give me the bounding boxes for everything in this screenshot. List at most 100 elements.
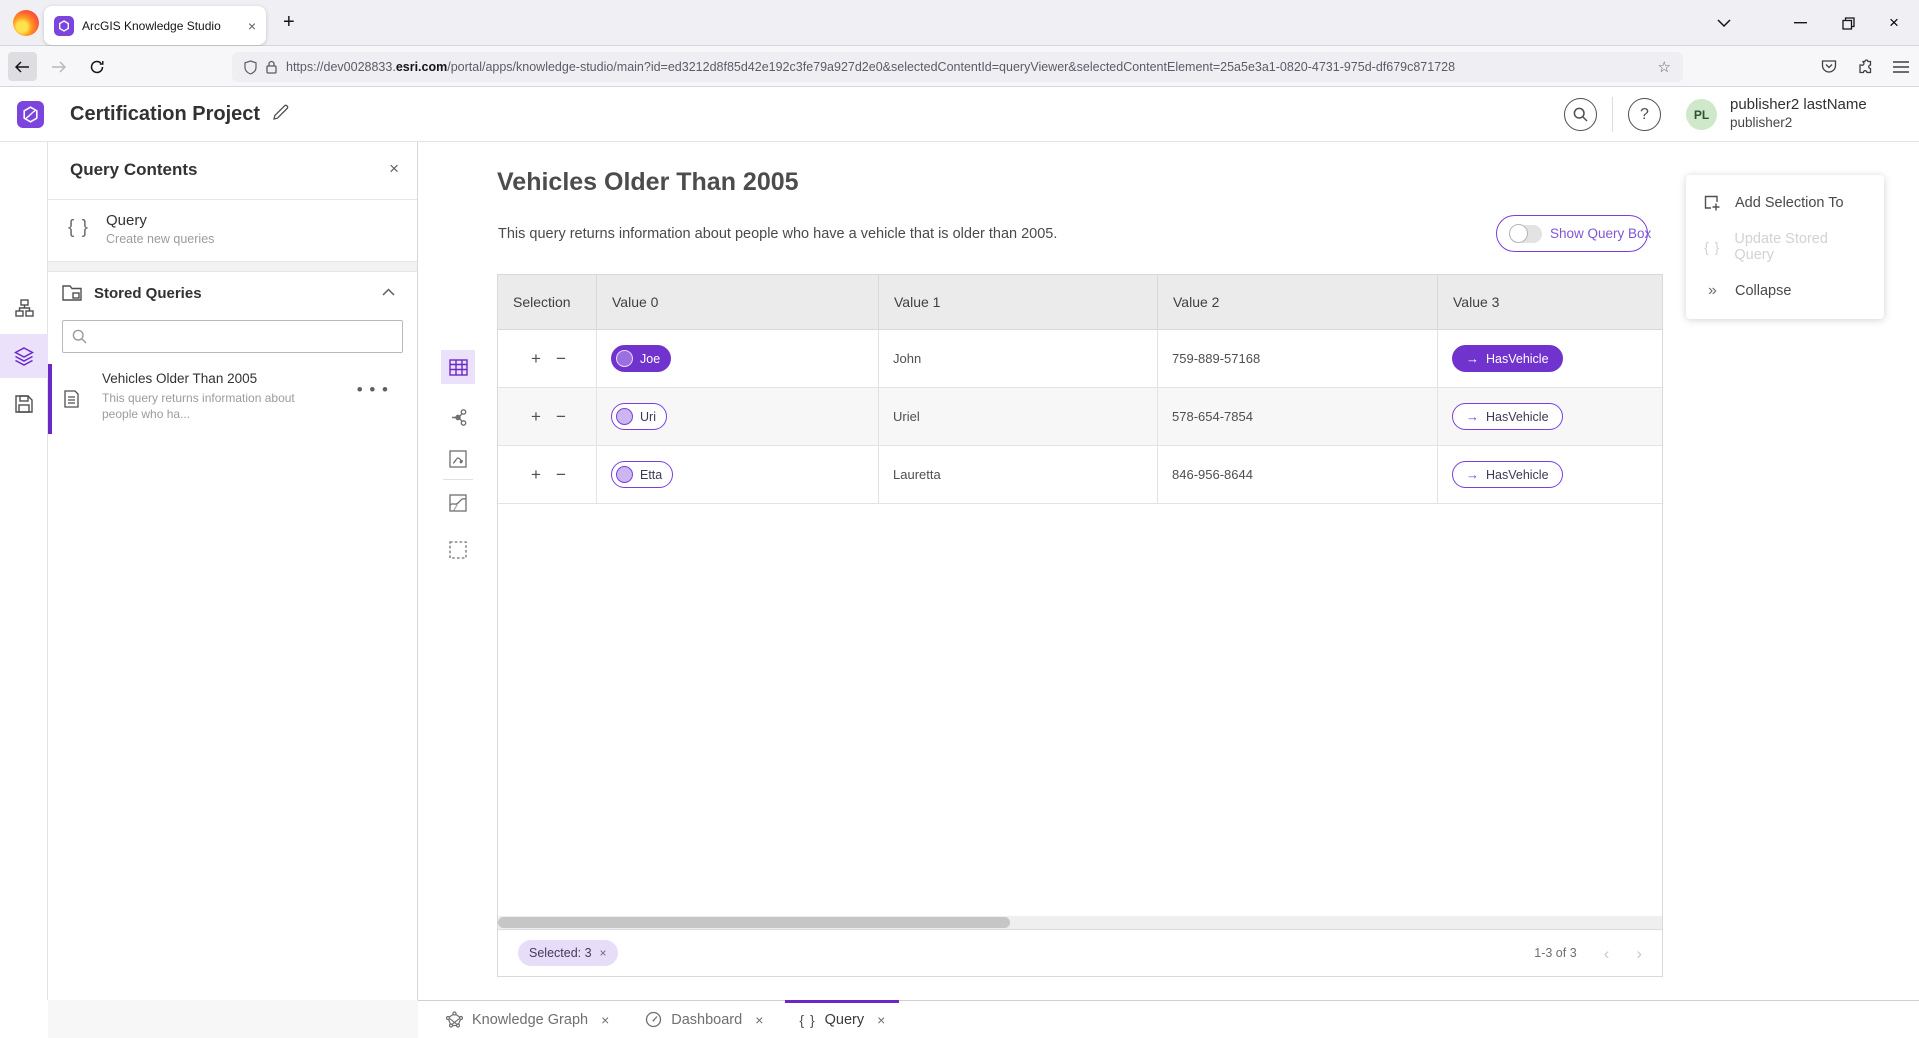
tab-query[interactable]: { } Query × xyxy=(781,1001,903,1038)
table-row[interactable]: + − Uri Uriel 578-654-7854 →HasVehicle xyxy=(498,388,1662,446)
show-query-box-toggle[interactable]: Show Query Box xyxy=(1496,215,1648,252)
entity-pill[interactable]: Uri xyxy=(611,403,667,430)
tab-dashboard[interactable]: Dashboard × xyxy=(627,1001,781,1038)
cell-value: 846-956-8644 xyxy=(1172,467,1253,482)
firefox-icon[interactable] xyxy=(13,10,39,36)
help-button[interactable]: ? xyxy=(1628,98,1661,131)
more-options-icon[interactable]: • • • xyxy=(357,380,389,400)
link-chart-button[interactable] xyxy=(441,400,475,434)
add-to-selection-button[interactable]: + xyxy=(531,407,541,427)
new-query-title: Query xyxy=(106,212,147,229)
map-view-button[interactable] xyxy=(441,486,475,520)
browser-tab[interactable]: ArcGIS Knowledge Studio × xyxy=(44,6,266,45)
entity-pill[interactable]: Etta xyxy=(611,461,673,488)
prev-page-button[interactable]: ‹ xyxy=(1604,945,1610,962)
minimize-button[interactable] xyxy=(1777,0,1823,46)
table-view-button[interactable] xyxy=(441,350,475,384)
double-chevron-icon: » xyxy=(1703,282,1722,300)
entity-pill[interactable]: Joe xyxy=(611,345,671,372)
select-tool-button[interactable] xyxy=(441,533,475,567)
user-avatar[interactable]: PL xyxy=(1686,99,1717,130)
bookmark-star-icon[interactable]: ☆ xyxy=(1658,58,1671,76)
next-page-button[interactable]: › xyxy=(1636,945,1642,962)
menu-item-label: Update Stored Query xyxy=(1734,231,1867,263)
extensions-puzzle-icon[interactable] xyxy=(1857,59,1873,75)
tab-close-icon[interactable]: × xyxy=(877,1012,885,1028)
braces-icon: { } xyxy=(799,1012,815,1028)
window-close-button[interactable]: × xyxy=(1871,0,1917,46)
user-block[interactable]: publisher2 lastName publisher2 xyxy=(1730,96,1867,132)
relationship-pill[interactable]: →HasVehicle xyxy=(1452,345,1563,372)
cell-value: Lauretta xyxy=(893,467,941,482)
column-header: Value 0 xyxy=(597,275,879,329)
table-row[interactable]: + − Joe John 759-889-57168 →HasVehicle xyxy=(498,330,1662,388)
selected-count-chip[interactable]: Selected: 3 × xyxy=(518,940,618,966)
table-options-menu: Add Selection To { } Update Stored Query… xyxy=(1686,175,1884,319)
add-to-selection-button[interactable]: + xyxy=(531,465,541,485)
chart-view-button[interactable] xyxy=(441,442,475,476)
menu-item-update-stored-query[interactable]: { } Update Stored Query xyxy=(1686,227,1884,267)
dashboard-gauge-icon xyxy=(645,1011,662,1028)
tab-close-icon[interactable]: × xyxy=(248,18,256,34)
query-title: Vehicles Older Than 2005 xyxy=(497,168,799,197)
remove-from-selection-button[interactable]: − xyxy=(556,465,566,485)
stored-query-description: This query returns information about peo… xyxy=(102,390,332,422)
back-button[interactable] xyxy=(8,52,37,81)
cell-value: John xyxy=(893,351,921,366)
browser-tab-strip: ArcGIS Knowledge Studio × + × xyxy=(0,0,1919,46)
tab-knowledge-graph[interactable]: Knowledge Graph × xyxy=(428,1001,627,1038)
arrow-right-icon: → xyxy=(1466,467,1479,482)
forward-button[interactable] xyxy=(44,52,73,81)
content-tab-bar: Knowledge Graph × Dashboard × { } Query … xyxy=(418,1000,1919,1038)
pagination-label: 1-3 of 3 xyxy=(1534,946,1576,960)
relationship-pill[interactable]: →HasVehicle xyxy=(1452,461,1563,488)
browser-nav-bar: https://dev0028833.esri.com/portal/apps/… xyxy=(0,46,1919,87)
tab-close-icon[interactable]: × xyxy=(755,1012,763,1028)
pocket-icon[interactable] xyxy=(1821,59,1837,74)
horizontal-scrollbar[interactable] xyxy=(498,916,1662,929)
table-row[interactable]: + − Etta Lauretta 846-956-8644 →HasVehic… xyxy=(498,446,1662,504)
menu-hamburger-icon[interactable] xyxy=(1893,61,1909,73)
tab-close-icon[interactable]: × xyxy=(601,1012,609,1028)
tool-strip-divider xyxy=(443,479,473,480)
stored-query-item[interactable]: Vehicles Older Than 2005 This query retu… xyxy=(48,364,417,434)
remove-from-selection-button[interactable]: − xyxy=(556,349,566,369)
search-button[interactable] xyxy=(1564,98,1597,131)
new-query-item[interactable]: { } Query Create new queries xyxy=(48,200,417,262)
tab-list-chevron-icon[interactable] xyxy=(1701,0,1747,46)
braces-icon: { } xyxy=(68,217,89,239)
menu-item-add-selection-to[interactable]: Add Selection To xyxy=(1686,183,1884,223)
url-text[interactable]: https://dev0028833.esri.com/portal/apps/… xyxy=(286,60,1649,74)
panel-close-icon[interactable]: × xyxy=(389,159,399,179)
show-query-box-label: Show Query Box xyxy=(1550,226,1651,241)
search-input[interactable] xyxy=(95,321,396,352)
relationship-pill[interactable]: →HasVehicle xyxy=(1452,403,1563,430)
collapse-section-chevron-icon[interactable] xyxy=(382,288,395,296)
clear-selection-icon[interactable]: × xyxy=(600,946,607,960)
new-tab-button[interactable]: + xyxy=(283,11,295,34)
knowledge-studio-logo xyxy=(17,101,44,128)
shield-icon[interactable] xyxy=(244,60,257,75)
edit-title-pencil-icon[interactable] xyxy=(272,104,289,121)
menu-item-collapse[interactable]: » Collapse xyxy=(1686,271,1884,311)
remove-from-selection-button[interactable]: − xyxy=(556,407,566,427)
restore-button[interactable] xyxy=(1825,0,1871,46)
save-icon[interactable] xyxy=(0,382,48,426)
scrollbar-thumb[interactable] xyxy=(498,917,1010,928)
add-to-selection-button[interactable]: + xyxy=(531,349,541,369)
cell-value: 759-889-57168 xyxy=(1172,351,1260,366)
url-bar[interactable]: https://dev0028833.esri.com/portal/apps/… xyxy=(232,52,1683,82)
layers-icon[interactable] xyxy=(0,334,48,378)
data-model-icon[interactable] xyxy=(0,286,48,330)
toggle-switch[interactable] xyxy=(1509,225,1542,243)
tab-label: Knowledge Graph xyxy=(472,1012,588,1028)
left-icon-rail: » xyxy=(0,142,48,1038)
stored-queries-search[interactable] xyxy=(62,320,403,353)
selected-count-label: Selected: 3 xyxy=(529,946,592,960)
lock-icon[interactable] xyxy=(266,60,277,74)
add-selection-icon xyxy=(1703,195,1722,212)
entity-icon xyxy=(616,350,633,367)
entity-icon xyxy=(616,408,633,425)
bottom-left-strip xyxy=(0,1000,418,1038)
reload-button[interactable] xyxy=(82,52,111,81)
